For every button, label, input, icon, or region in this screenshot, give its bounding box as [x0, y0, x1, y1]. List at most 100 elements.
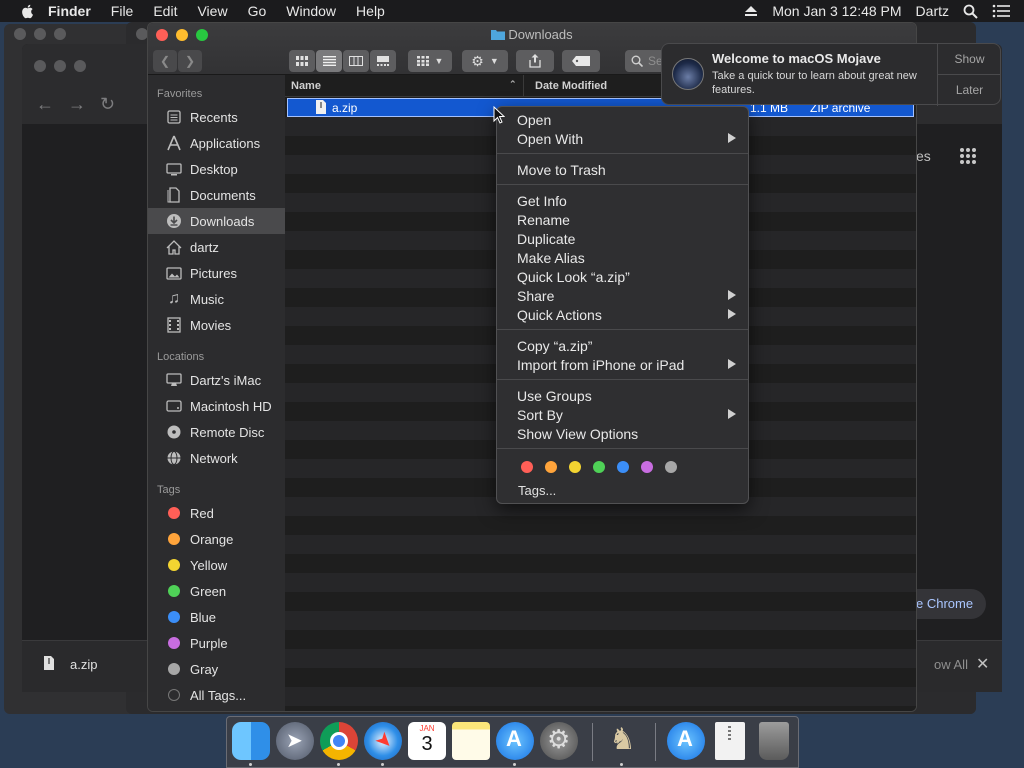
sidebar-item-network[interactable]: Network — [148, 445, 285, 471]
menu-go[interactable]: Go — [248, 3, 267, 19]
tag-color-dot-icon[interactable] — [569, 461, 581, 473]
launchpad-icon[interactable]: ➤ — [276, 722, 314, 760]
sidebar-tag-blue[interactable]: Blue — [148, 604, 285, 630]
tag-color-dot-icon[interactable] — [665, 461, 677, 473]
group-by-button[interactable]: ▼ — [408, 50, 452, 72]
app-store-icon[interactable]: A — [496, 722, 534, 760]
show-all-button[interactable]: ow All — [934, 657, 968, 672]
sidebar-item-downloads[interactable]: Downloads — [148, 208, 285, 234]
menu-help[interactable]: Help — [356, 3, 385, 19]
sidebar-item-macintosh-hd[interactable]: Macintosh HD — [148, 393, 285, 419]
search-input[interactable]: Se — [625, 50, 665, 72]
menu-item-sort-by[interactable]: Sort By — [497, 405, 748, 424]
menu-item-rename[interactable]: Rename — [497, 210, 748, 229]
notification-center-icon[interactable] — [992, 4, 1010, 18]
menubar-clock[interactable]: Mon Jan 3 12:48 PM — [772, 3, 901, 19]
icon-view-button[interactable] — [289, 50, 315, 72]
action-button[interactable]: ⚙ ▼ — [462, 50, 508, 72]
menu-item-copy[interactable]: Copy “a.zip” — [497, 336, 748, 355]
menu-item-open[interactable]: Open — [497, 110, 748, 129]
sidebar-item-documents[interactable]: Documents — [148, 182, 285, 208]
trash-icon[interactable] — [759, 722, 789, 760]
gray-tag-dot-icon — [168, 663, 180, 675]
app-store-downloads-icon[interactable]: A — [667, 722, 705, 760]
close-icon[interactable]: ✕ — [976, 654, 989, 674]
download-filename[interactable]: a.zip — [70, 657, 97, 672]
submenu-arrow-icon — [728, 309, 736, 319]
notification-banner[interactable]: Welcome to macOS Mojave Take a quick tou… — [661, 43, 1001, 106]
menu-item-open-with[interactable]: Open With — [497, 129, 748, 148]
menu-item-move-to-trash[interactable]: Move to Trash — [497, 160, 748, 179]
gallery-view-button[interactable] — [370, 50, 396, 72]
menu-item-quick-look[interactable]: Quick Look “a.zip” — [497, 267, 748, 286]
tag-color-dot-icon[interactable] — [593, 461, 605, 473]
reload-icon[interactable]: ↻ — [100, 94, 115, 115]
eject-icon[interactable] — [744, 5, 758, 17]
list-view-button[interactable] — [316, 50, 342, 72]
icon-view-icon — [296, 56, 308, 66]
sidebar-item-pictures[interactable]: Pictures — [148, 260, 285, 286]
tag-color-dot-icon[interactable] — [521, 461, 533, 473]
finder-icon[interactable] — [232, 722, 270, 760]
tag-color-dot-icon[interactable] — [545, 461, 557, 473]
forward-arrow-icon[interactable]: → — [68, 94, 86, 115]
sidebar-tag-gray[interactable]: Gray — [148, 656, 285, 682]
edit-tags-button[interactable] — [562, 50, 600, 72]
calendar-icon[interactable]: JAN 3 — [408, 722, 446, 760]
sidebar-item-recents[interactable]: Recents — [148, 104, 285, 130]
column-header-name[interactable]: Name — [291, 80, 321, 92]
sidebar-item-home[interactable]: dartz — [148, 234, 285, 260]
forward-button[interactable]: ❯ — [178, 50, 202, 72]
menu-item-get-info[interactable]: Get Info — [497, 191, 748, 210]
chrome-icon[interactable] — [320, 722, 358, 760]
menu-item-tags[interactable]: Tags... — [497, 483, 748, 498]
spotlight-search-icon[interactable] — [963, 4, 978, 19]
zip-file-icon[interactable] — [715, 722, 745, 760]
menu-item-import-from-iphone[interactable]: Import from iPhone or iPad — [497, 355, 748, 374]
sidebar-tag-yellow[interactable]: Yellow — [148, 552, 285, 578]
menu-item-duplicate[interactable]: Duplicate — [497, 229, 748, 248]
menu-item-use-groups[interactable]: Use Groups — [497, 386, 748, 405]
tag-color-dot-icon[interactable] — [641, 461, 653, 473]
menu-item-make-alias[interactable]: Make Alias — [497, 248, 748, 267]
sidebar-item-desktop[interactable]: Desktop — [148, 156, 285, 182]
menu-edit[interactable]: Edit — [153, 3, 177, 19]
column-view-button[interactable] — [343, 50, 369, 72]
bg-window-close — [14, 28, 26, 40]
apple-icon[interactable] — [20, 3, 36, 19]
sidebar-item-music[interactable]: ♫ Music — [148, 286, 285, 312]
system-preferences-icon[interactable]: ⚙ — [540, 722, 578, 760]
sidebar-item-imac[interactable]: Dartz's iMac — [148, 367, 285, 393]
sidebar-tag-orange[interactable]: Orange — [148, 526, 285, 552]
tag-color-dot-icon[interactable] — [617, 461, 629, 473]
menu-file[interactable]: File — [111, 3, 134, 19]
back-arrow-icon[interactable]: ← — [36, 94, 54, 115]
sidebar-tag-purple[interactable]: Purple — [148, 630, 285, 656]
sidebar-tag-green[interactable]: Green — [148, 578, 285, 604]
menu-item-share[interactable]: Share — [497, 286, 748, 305]
context-menu: Open Open With Move to Trash Get Info Rename… — [496, 106, 749, 504]
file-name[interactable]: a.zip — [332, 101, 357, 115]
menu-item-quick-actions[interactable]: Quick Actions — [497, 305, 748, 324]
notification-later-button[interactable]: Later — [937, 75, 1001, 106]
sidebar-item-remote-disc[interactable]: Remote Disc — [148, 419, 285, 445]
all-tags-icon — [168, 689, 180, 701]
column-header-date-modified[interactable]: Date Modified — [535, 80, 607, 92]
menu-finder[interactable]: Finder — [48, 3, 91, 19]
share-button[interactable] — [516, 50, 554, 72]
sidebar-item-movies[interactable]: Movies — [148, 312, 285, 338]
apps-grid-icon[interactable] — [959, 147, 977, 165]
notification-title: Welcome to macOS Mojave — [712, 51, 881, 66]
menubar-user[interactable]: Dartz — [916, 3, 949, 19]
chess-icon[interactable]: ♞ — [603, 722, 641, 760]
menu-window[interactable]: Window — [286, 3, 336, 19]
sidebar-all-tags[interactable]: All Tags... — [148, 682, 285, 708]
menu-view[interactable]: View — [197, 3, 227, 19]
safari-icon[interactable]: ➤ — [364, 722, 402, 760]
back-button[interactable]: ❮ — [153, 50, 177, 72]
notes-icon[interactable] — [452, 722, 490, 760]
sidebar-tag-red[interactable]: Red — [148, 500, 285, 526]
sidebar-item-applications[interactable]: Applications — [148, 130, 285, 156]
notification-show-button[interactable]: Show — [937, 44, 1001, 75]
menu-item-show-view-options[interactable]: Show View Options — [497, 424, 748, 443]
